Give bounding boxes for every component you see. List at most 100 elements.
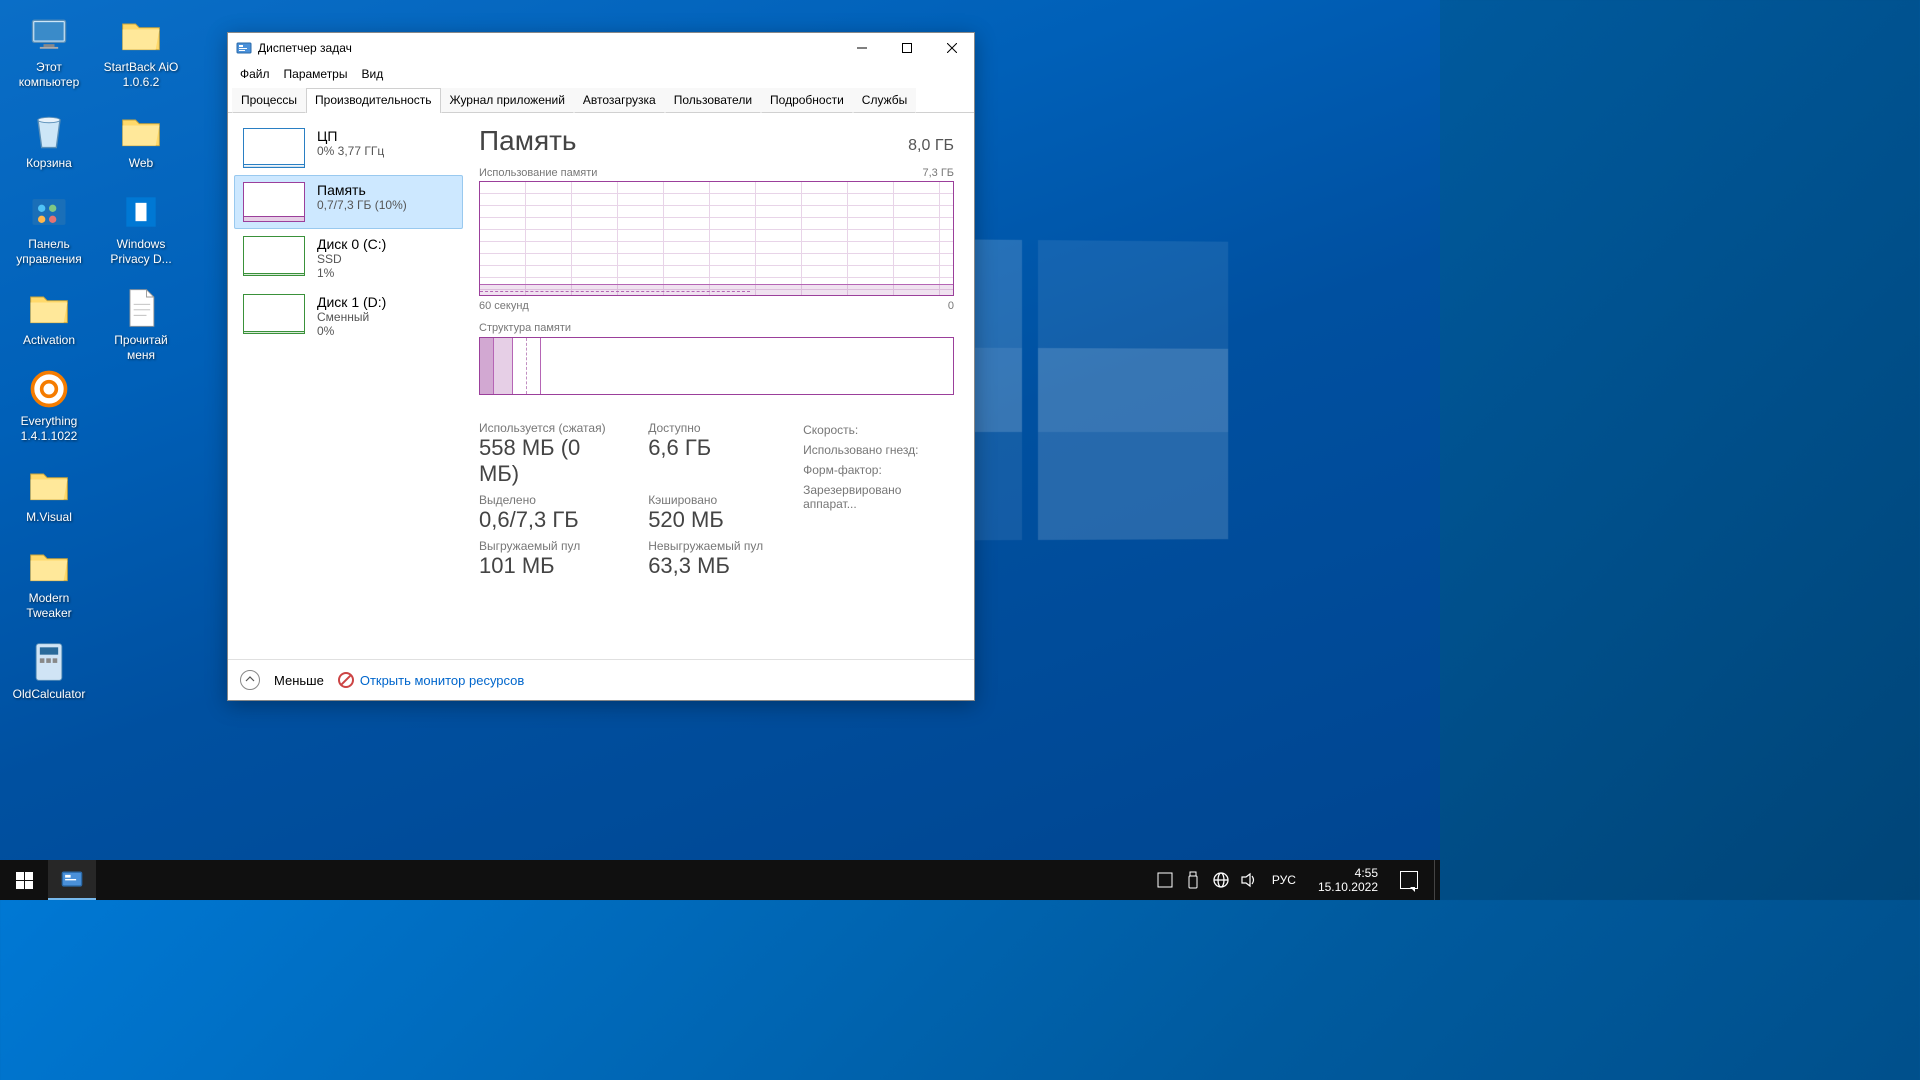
sidebar-item[interactable]: Диск 1 (D:)Сменный0% (234, 287, 463, 345)
sidebar-item[interactable]: Память0,7/7,3 ГБ (10%) (234, 175, 463, 229)
open-resource-monitor-link[interactable]: Открыть монитор ресурсов (338, 672, 524, 688)
desktop-icon[interactable]: Корзина (8, 108, 90, 171)
sidebar-item[interactable]: ЦП0% 3,77 ГГц (234, 121, 463, 175)
volume-icon[interactable] (1240, 871, 1258, 889)
memory-stat: Выгружаемый пул101 МБ (479, 539, 618, 579)
minimize-button[interactable] (839, 33, 884, 63)
desktop-icon-label: Activation (23, 333, 75, 348)
usage-chart-max: 7,3 ГБ (922, 167, 954, 179)
tab[interactable]: Процессы (232, 88, 306, 113)
show-desktop-button[interactable] (1434, 860, 1440, 900)
sidebar-thumb (243, 128, 305, 168)
panel-icon (26, 189, 72, 235)
taskbar-task-manager[interactable] (48, 860, 96, 900)
titlebar[interactable]: Диспетчер задач (228, 33, 974, 63)
bin-icon (26, 108, 72, 154)
clock[interactable]: 4:55 15.10.2022 (1310, 866, 1386, 895)
memory-composition-chart (479, 337, 954, 395)
memory-info-label: Скорость: (803, 423, 954, 437)
memory-info-label: Зарезервировано аппарат... (803, 483, 954, 511)
menu-item[interactable]: Файл (234, 65, 276, 83)
ev-icon (26, 366, 72, 412)
tab[interactable]: Службы (853, 88, 916, 113)
chart-x-left: 60 секунд (479, 300, 529, 312)
folder-icon (118, 108, 164, 154)
sidebar-thumb (243, 236, 305, 276)
sidebar-text: Диск 1 (D:)Сменный0% (317, 294, 386, 338)
memory-stat: Доступно6,6 ГБ (648, 421, 763, 487)
memory-usage-chart (479, 181, 954, 296)
sidebar-text: Память0,7/7,3 ГБ (10%) (317, 182, 407, 212)
desktop-icon-label: Web (129, 156, 153, 171)
maximize-button[interactable] (884, 33, 929, 63)
desktop-icon-label: OldCalculator (13, 687, 86, 702)
tab[interactable]: Производительность (306, 88, 440, 113)
memory-capacity: 8,0 ГБ (908, 137, 954, 155)
sidebar-thumb (243, 294, 305, 334)
system-tray: РУС 4:55 15.10.2022 (1150, 860, 1434, 900)
panel-heading: Память (479, 125, 577, 157)
desktop-icon[interactable]: Activation (8, 285, 90, 348)
txt-icon (118, 285, 164, 331)
tab[interactable]: Автозагрузка (574, 88, 665, 113)
desktop-icon[interactable]: Прочитайменя (100, 285, 182, 363)
desktop-icon[interactable]: Web (100, 108, 182, 171)
desktop-icon[interactable]: ModernTweaker (8, 543, 90, 621)
memory-info-label: Использовано гнезд: (803, 443, 954, 457)
desktop-icon-label: M.Visual (26, 510, 72, 525)
memory-stat: Выделено0,6/7,3 ГБ (479, 493, 618, 533)
menu-item[interactable]: Вид (355, 65, 389, 83)
folder-icon (26, 543, 72, 589)
desktop-icon[interactable]: OldCalculator (8, 639, 90, 702)
tray-usb-icon[interactable] (1184, 871, 1202, 889)
fewer-details-link[interactable]: Меньше (274, 673, 324, 688)
tab-bar: ПроцессыПроизводительностьЖурнал приложе… (228, 87, 974, 113)
menu-item[interactable]: Параметры (278, 65, 354, 83)
clock-time: 4:55 (1318, 866, 1378, 880)
folder-icon (26, 462, 72, 508)
memory-info-label: Форм-фактор: (803, 463, 954, 477)
window-footer: Меньше Открыть монитор ресурсов (228, 659, 974, 700)
start-button[interactable] (0, 860, 48, 900)
desktop-icon[interactable]: M.Visual (8, 462, 90, 525)
language-indicator[interactable]: РУС (1268, 873, 1300, 887)
desktop-icon-label: Панельуправления (16, 237, 81, 267)
tab[interactable]: Подробности (761, 88, 853, 113)
clock-date: 15.10.2022 (1318, 880, 1378, 894)
composition-label: Структура памяти (479, 322, 954, 334)
desktop-icon-label: StartBack AiO1.0.6.2 (104, 60, 179, 90)
collapse-icon[interactable] (240, 670, 260, 690)
sidebar-thumb (243, 182, 305, 222)
usage-chart-label: Использование памяти (479, 167, 597, 179)
desktop-icon-label: Прочитайменя (114, 333, 167, 363)
notifications-icon[interactable] (1400, 871, 1418, 889)
network-icon[interactable] (1212, 871, 1230, 889)
calc-icon (26, 639, 72, 685)
tab[interactable]: Журнал приложений (441, 88, 574, 113)
resource-monitor-label: Открыть монитор ресурсов (360, 673, 524, 688)
memory-stat: Кэшировано520 МБ (648, 493, 763, 533)
tab[interactable]: Пользователи (665, 88, 761, 113)
sidebar-item[interactable]: Диск 0 (C:)SSD1% (234, 229, 463, 287)
folder-icon (118, 12, 164, 58)
desktop-icon[interactable]: StartBack AiO1.0.6.2 (100, 12, 182, 90)
memory-stat: Невыгружаемый пул63,3 МБ (648, 539, 763, 579)
desktop-icon-label: Этоткомпьютер (19, 60, 80, 90)
task-manager-icon (61, 868, 83, 890)
performance-sidebar: ЦП0% 3,77 ГГц Память0,7/7,3 ГБ (10%) Диск … (228, 113, 467, 659)
resource-monitor-icon (338, 672, 354, 688)
desktop-icon[interactable]: Everything1.4.1.1022 (8, 366, 90, 444)
desktop-icon[interactable]: Этоткомпьютер (8, 12, 90, 90)
taskbar: РУС 4:55 15.10.2022 (0, 860, 1440, 900)
desktop-icon-label: WindowsPrivacy D... (110, 237, 171, 267)
desktop-icon[interactable]: Панельуправления (8, 189, 90, 267)
memory-panel: Память 8,0 ГБ Использование памяти 7,3 Г… (467, 113, 974, 659)
sidebar-text: Диск 0 (C:)SSD1% (317, 236, 386, 280)
desktop-icon-label: ModernTweaker (26, 591, 71, 621)
desktop-icons: Этоткомпьютер Корзина Панельуправления Acti… (8, 12, 208, 782)
windows-logo-icon (16, 872, 33, 889)
tray-icon[interactable] (1156, 871, 1174, 889)
task-manager-window: Диспетчер задач ФайлПараметрыВид Процесс… (227, 32, 975, 701)
desktop-icon[interactable]: WindowsPrivacy D... (100, 189, 182, 267)
close-button[interactable] (929, 33, 974, 63)
